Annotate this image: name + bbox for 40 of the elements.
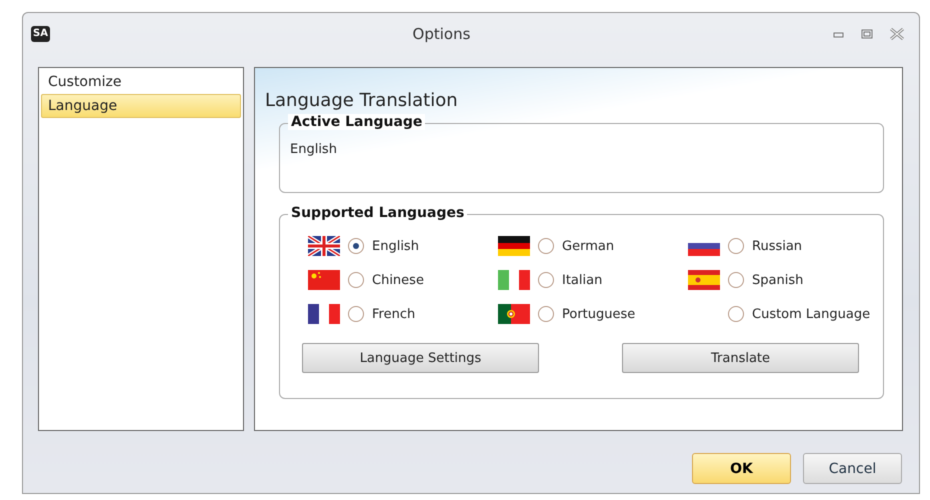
sidebar-item[interactable]: Customize	[41, 70, 241, 94]
radio-button[interactable]	[538, 306, 554, 322]
ok-button[interactable]: OK	[692, 453, 791, 484]
group-heading: Active Language	[288, 114, 426, 130]
radio-button[interactable]	[728, 238, 744, 254]
radio-button[interactable]	[348, 238, 364, 254]
radio-label: German	[562, 238, 614, 254]
radio-button[interactable]	[728, 306, 744, 322]
radio-label: Portuguese	[562, 306, 636, 322]
radio-label: Chinese	[372, 272, 424, 288]
radio-label: Custom Language	[752, 306, 870, 322]
flag-icon	[688, 270, 720, 290]
radio-button[interactable]	[728, 272, 744, 288]
panel-button[interactable]: Language Settings	[302, 343, 539, 373]
flag-icon	[498, 304, 530, 324]
radio-label: Spanish	[752, 272, 804, 288]
active-language-value: English	[289, 141, 338, 157]
app-logo: SA	[31, 26, 50, 42]
window-title: Options	[412, 25, 472, 43]
maximize-icon[interactable]	[861, 29, 873, 39]
close-icon[interactable]	[889, 28, 905, 40]
radio-button[interactable]	[538, 238, 554, 254]
radio-label: Russian	[752, 238, 802, 254]
minimize-icon[interactable]	[833, 30, 845, 38]
radio-label: French	[372, 306, 416, 322]
panel-button[interactable]: Translate	[622, 343, 859, 373]
sidebar-item[interactable]: Language	[41, 94, 241, 118]
radio-button[interactable]	[348, 272, 364, 288]
radio-label: Italian	[562, 272, 602, 288]
flag-icon	[498, 270, 530, 290]
flag-icon	[308, 304, 340, 324]
panel-title: Language Translation	[265, 90, 459, 111]
radio-button[interactable]	[538, 272, 554, 288]
flag-icon	[498, 236, 530, 256]
radio-label: English	[372, 238, 419, 254]
flag-icon	[308, 270, 340, 290]
radio-button[interactable]	[348, 306, 364, 322]
cancel-button[interactable]: Cancel	[803, 453, 902, 484]
group-heading: Supported Languages	[288, 205, 468, 221]
flag-icon	[308, 236, 340, 256]
